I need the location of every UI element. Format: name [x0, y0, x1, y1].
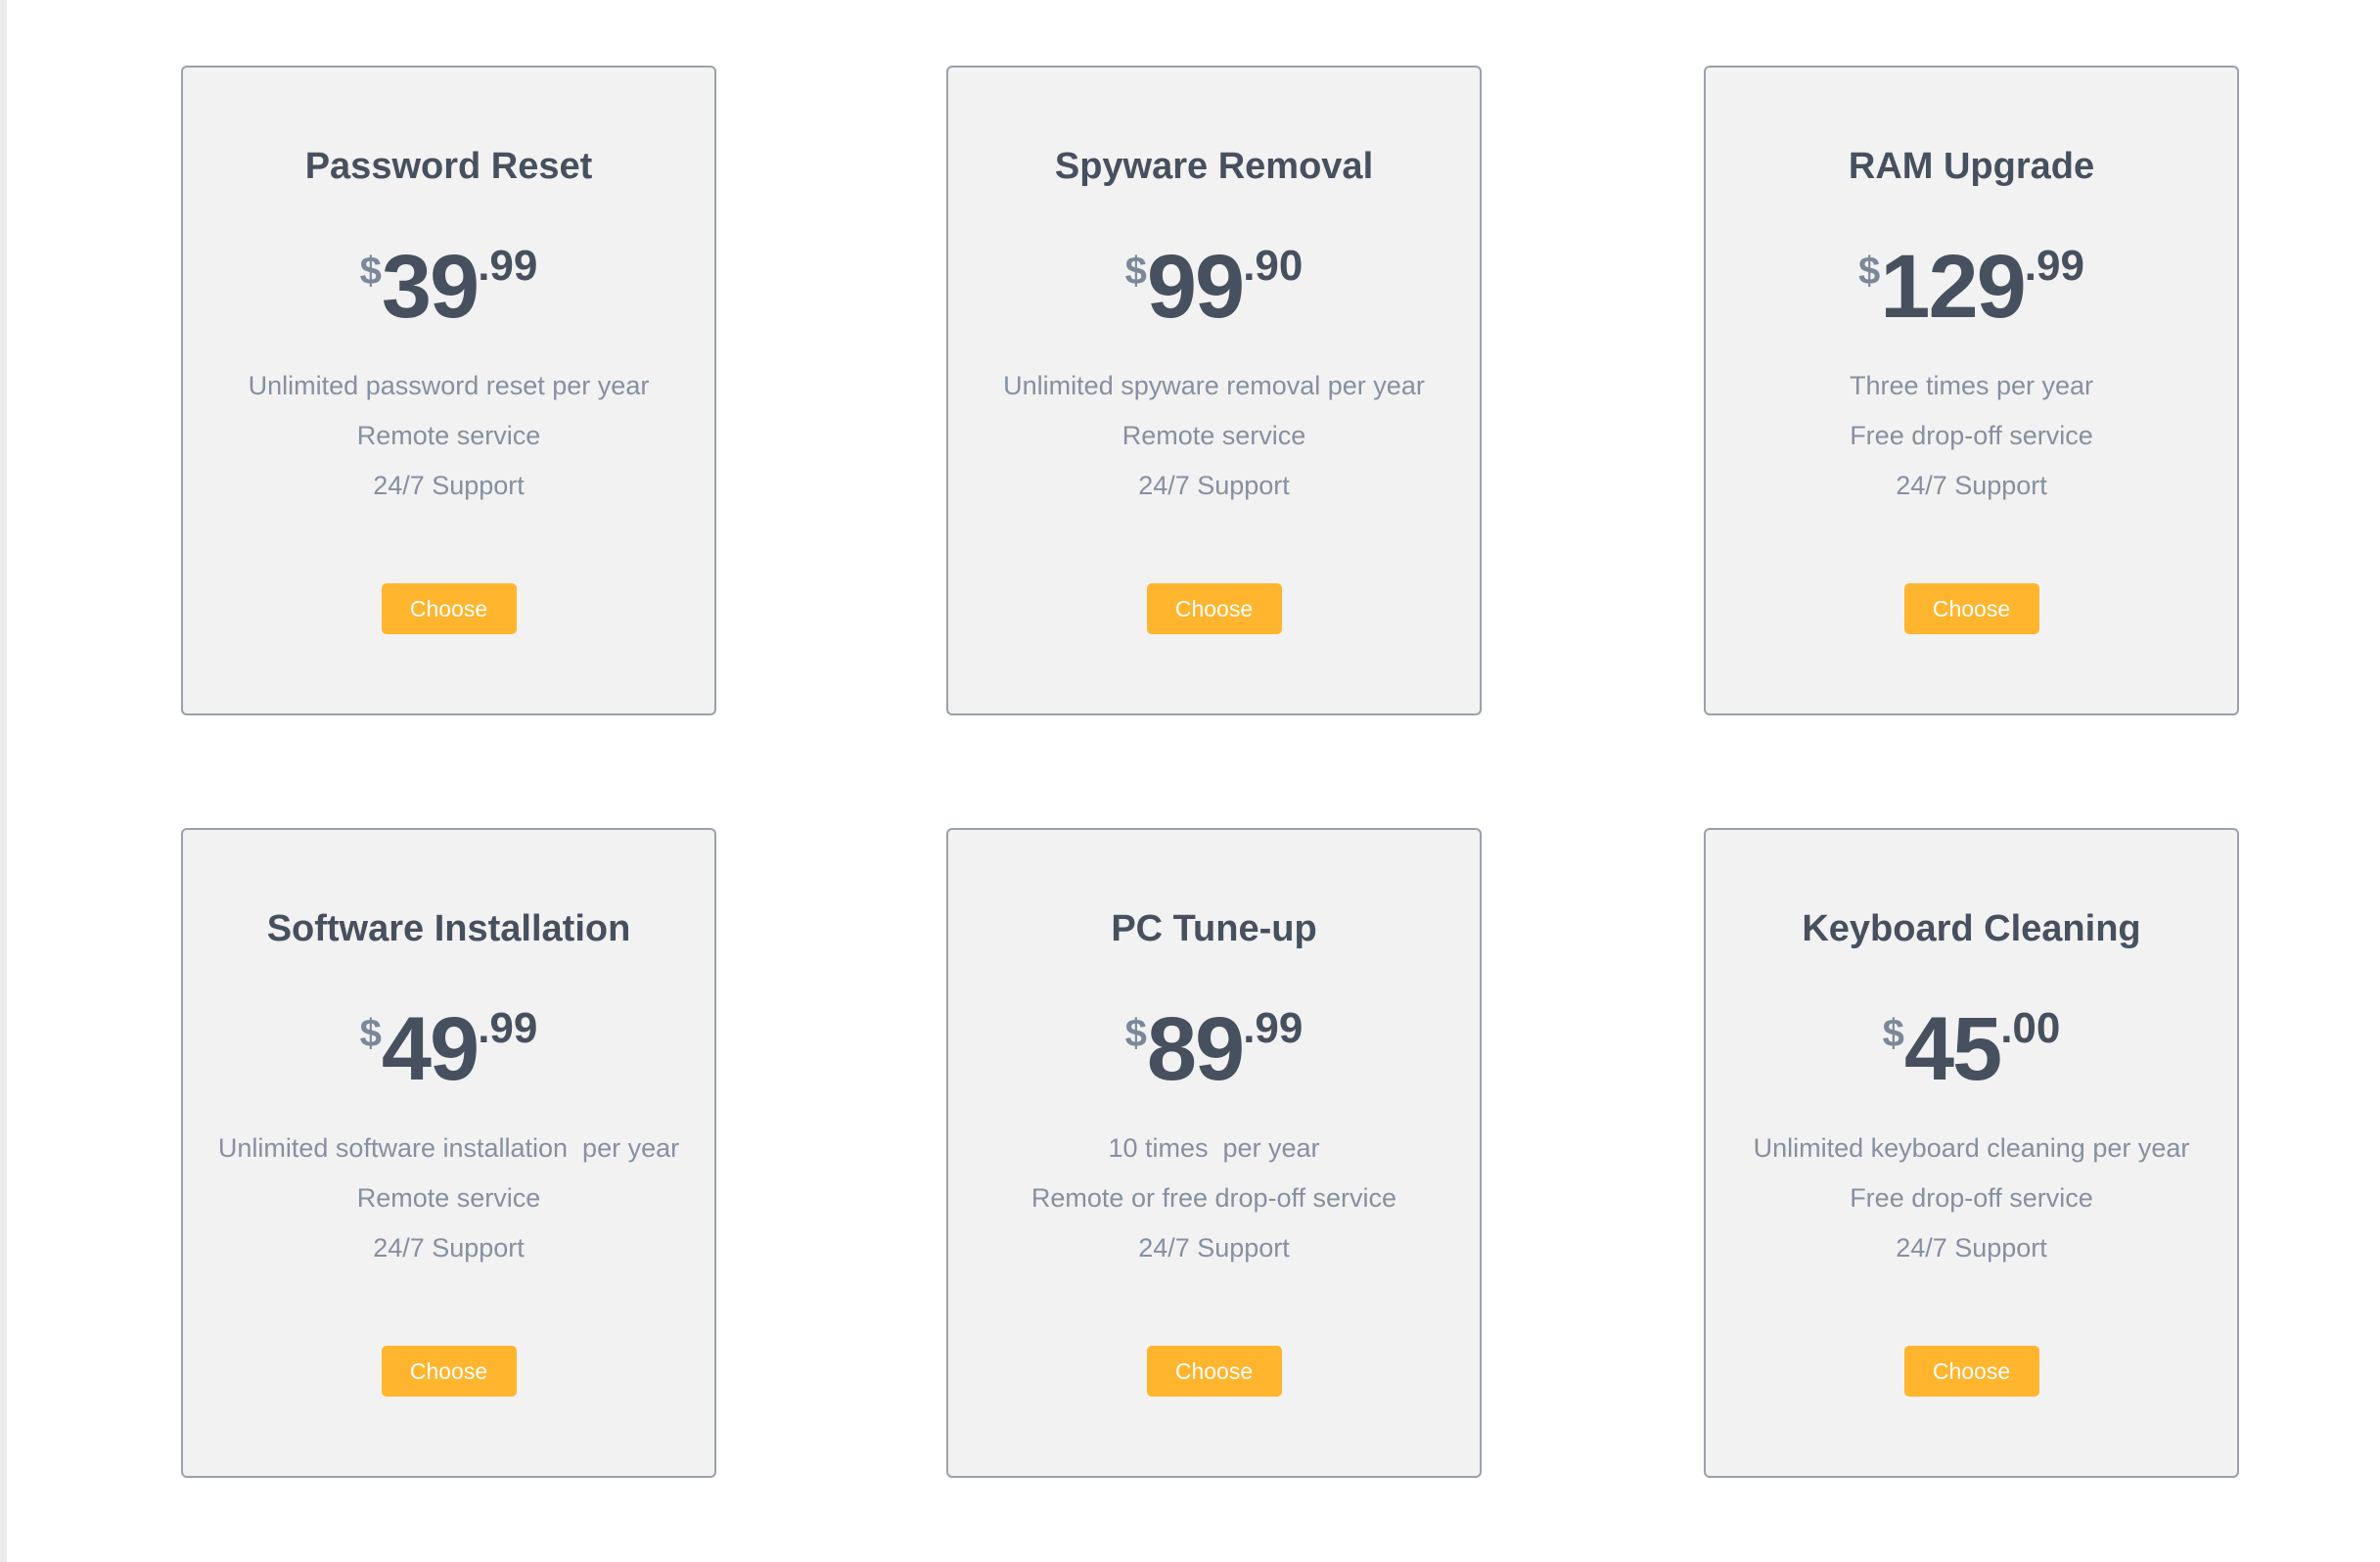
feature-item: Unlimited keyboard cleaning per year	[1753, 1133, 2190, 1163]
plan-title: Password Reset	[304, 146, 593, 187]
price-whole: 89	[1146, 999, 1245, 1099]
price-whole: 49	[381, 999, 480, 1099]
plan-price: $99.90	[948, 242, 1480, 349]
feature-item: 10 times per year	[1108, 1133, 1320, 1163]
price-currency: $	[359, 1012, 382, 1055]
feature-item: Remote service	[356, 1183, 541, 1213]
plan-price: $89.99	[948, 1004, 1480, 1112]
feature-item: 24/7 Support	[1138, 471, 1290, 500]
price-cents: .99	[478, 242, 538, 290]
plan-price: $39.99	[183, 242, 714, 349]
price-cents: .99	[1243, 1004, 1304, 1052]
feature-item: Remote service	[356, 421, 541, 450]
feature-list: 10 times per year Remote or free drop-of…	[948, 1124, 1480, 1273]
plan-price: $49.99	[183, 1004, 714, 1112]
plan-price: $45.00	[1706, 1004, 2237, 1112]
price-cents: .90	[1243, 242, 1304, 290]
price-currency: $	[1858, 250, 1881, 293]
choose-button[interactable]: Choose	[381, 583, 517, 634]
feature-list: Unlimited keyboard cleaning per year Fre…	[1706, 1124, 2237, 1273]
plan-title: PC Tune-up	[1111, 908, 1317, 949]
choose-button[interactable]: Choose	[1903, 1346, 2039, 1397]
feature-item: Remote service	[1121, 421, 1306, 450]
feature-item: 24/7 Support	[373, 1233, 525, 1263]
price-currency: $	[1124, 1012, 1147, 1055]
price-whole: 99	[1146, 237, 1245, 337]
feature-item: Free drop-off service	[1850, 421, 2093, 450]
price-currency: $	[359, 250, 382, 293]
pricing-card-pc-tune-up: PC Tune-up $89.99 10 times per year Remo…	[946, 828, 1482, 1478]
feature-item: 24/7 Support	[1896, 1233, 2047, 1263]
plan-title: RAM Upgrade	[1848, 146, 2095, 187]
plan-title: Keyboard Cleaning	[1802, 908, 2141, 949]
choose-button[interactable]: Choose	[1903, 583, 2039, 634]
pricing-grid: Password Reset $39.99 Unlimited password…	[0, 0, 2380, 1562]
price-cents: .99	[2024, 242, 2084, 290]
feature-item: Unlimited password reset per year	[248, 371, 650, 400]
choose-button[interactable]: Choose	[1146, 583, 1282, 634]
price-whole: 45	[1903, 999, 2002, 1099]
feature-list: Unlimited password reset per year Remote…	[183, 361, 714, 511]
pricing-card-spyware-removal: Spyware Removal $99.90 Unlimited spyware…	[946, 66, 1482, 715]
price-whole: 39	[381, 237, 480, 337]
feature-item: Free drop-off service	[1850, 1183, 2093, 1213]
feature-item: 24/7 Support	[1138, 1233, 1290, 1263]
feature-item: 24/7 Support	[373, 471, 525, 500]
pricing-card-ram-upgrade: RAM Upgrade $129.99 Three times per year…	[1704, 66, 2239, 715]
price-currency: $	[1124, 250, 1147, 293]
price-cents: .00	[2000, 1004, 2061, 1052]
price-cents: .99	[478, 1004, 538, 1052]
feature-item: Remote or free drop-off service	[1030, 1183, 1397, 1213]
choose-button[interactable]: Choose	[1146, 1346, 1282, 1397]
plan-title: Spyware Removal	[1054, 146, 1374, 187]
feature-list: Unlimited spyware removal per year Remot…	[948, 361, 1480, 511]
plan-title: Software Installation	[266, 908, 631, 949]
feature-item: Three times per year	[1849, 371, 2094, 400]
feature-item: Unlimited software installation per year	[217, 1133, 680, 1163]
price-currency: $	[1882, 1012, 1904, 1055]
feature-list: Unlimited software installation per year…	[183, 1124, 714, 1273]
pricing-card-software-installation: Software Installation $49.99 Unlimited s…	[181, 828, 716, 1478]
pricing-card-keyboard-cleaning: Keyboard Cleaning $45.00 Unlimited keybo…	[1704, 828, 2239, 1478]
plan-price: $129.99	[1706, 242, 2237, 349]
price-whole: 129	[1880, 237, 2026, 337]
choose-button[interactable]: Choose	[381, 1346, 517, 1397]
pricing-card-password-reset: Password Reset $39.99 Unlimited password…	[181, 66, 716, 715]
feature-item: Unlimited spyware removal per year	[1003, 371, 1425, 400]
feature-list: Three times per year Free drop-off servi…	[1706, 361, 2237, 511]
feature-item: 24/7 Support	[1896, 471, 2047, 500]
